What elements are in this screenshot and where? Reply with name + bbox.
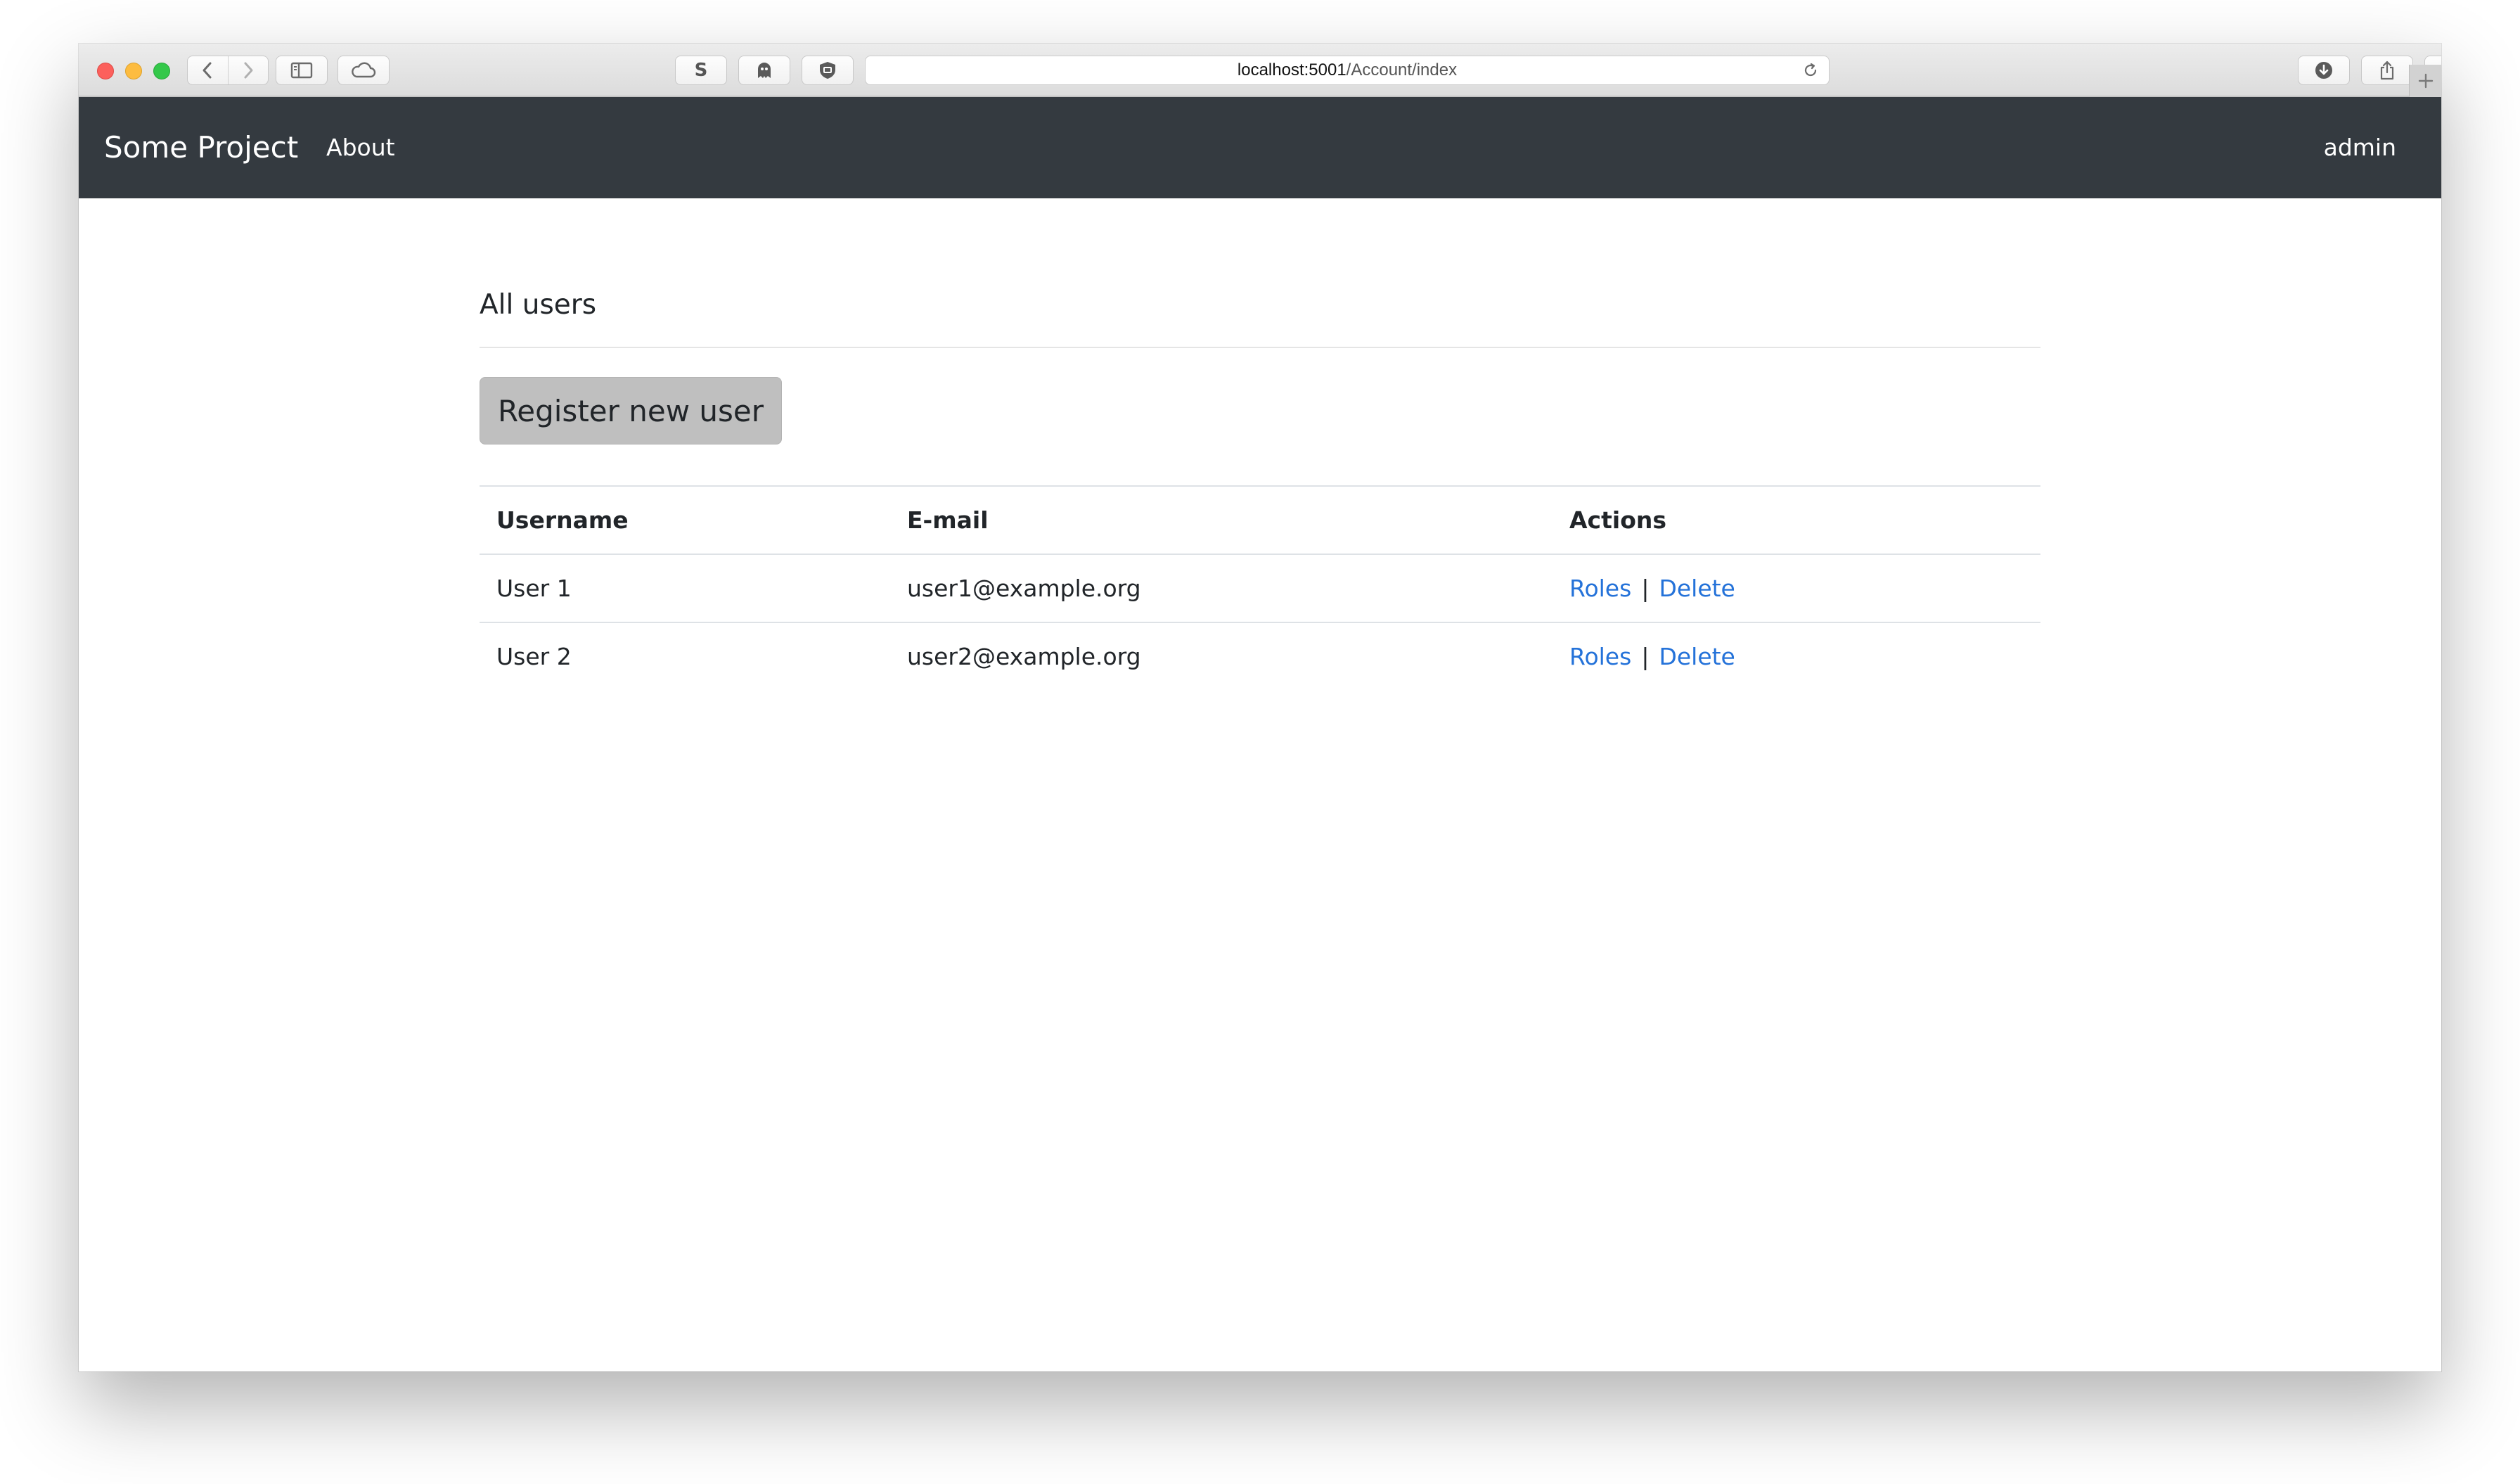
email-cell: user2@example.org — [907, 643, 1141, 670]
privacy-shield-icon — [820, 62, 835, 79]
close-window-button[interactable] — [97, 63, 114, 79]
actions-cell: Roles | Delete — [1569, 555, 1735, 622]
share-button[interactable] — [2361, 56, 2413, 85]
app-navbar: Some Project About admin — [79, 97, 2441, 198]
back-icon — [202, 62, 212, 79]
icloud-tabs-icon — [352, 62, 376, 78]
page-title: All users — [480, 289, 597, 321]
username-cell: User 1 — [496, 575, 572, 602]
register-new-user-button[interactable]: Register new user — [480, 377, 782, 444]
url-path: /Account/index — [1346, 60, 1458, 79]
header-actions: Actions — [1569, 506, 1666, 534]
forward-button[interactable] — [227, 56, 269, 84]
maximize-window-button[interactable] — [153, 63, 170, 79]
actions-cell: Roles | Delete — [1569, 623, 1735, 690]
header-username: Username — [496, 506, 629, 534]
new-tab-button[interactable] — [2409, 65, 2441, 97]
username-cell: User 2 — [496, 643, 572, 670]
delete-link[interactable]: Delete — [1659, 643, 1735, 670]
sidebar-icon — [290, 62, 313, 79]
s-extension-button[interactable]: S — [675, 56, 727, 85]
url-host: localhost:5001 — [1237, 60, 1346, 79]
downloads-icon — [2315, 62, 2332, 79]
actions-separator: | — [1641, 575, 1650, 602]
browser-toolbar: S localhost:5001/Account/index — [79, 44, 2441, 97]
title-divider — [480, 347, 2040, 348]
sidebar-button[interactable] — [276, 56, 328, 85]
table-row: User 1 user1@example.org Roles | Delete — [480, 555, 2040, 623]
reload-icon[interactable] — [1802, 62, 1819, 79]
browser-window: S localhost:5001/Account/index Some Proj… — [79, 44, 2441, 1371]
new-tab-icon — [2418, 73, 2433, 89]
nav-about-link[interactable]: About — [326, 131, 395, 165]
ghostery-button[interactable] — [738, 56, 790, 85]
delete-link[interactable]: Delete — [1659, 575, 1735, 602]
s-extension-icon: S — [694, 60, 708, 81]
header-email: E-mail — [907, 506, 989, 534]
table-row: User 2 user2@example.org Roles | Delete — [480, 623, 2040, 691]
table-header-row: Username E-mail Actions — [480, 487, 2040, 555]
icloud-tabs-button[interactable] — [338, 56, 390, 85]
users-table: Username E-mail Actions User 1 user1@exa… — [480, 485, 2040, 691]
roles-link[interactable]: Roles — [1569, 643, 1631, 670]
brand-link[interactable]: Some Project — [104, 128, 298, 167]
ghostery-icon — [758, 63, 771, 78]
back-button[interactable] — [188, 56, 228, 84]
privacy-shield-button[interactable] — [802, 56, 854, 85]
email-cell: user1@example.org — [907, 575, 1141, 602]
nav-user-link[interactable]: admin — [2324, 131, 2396, 165]
minimize-window-button[interactable] — [125, 63, 142, 79]
roles-link[interactable]: Roles — [1569, 575, 1631, 602]
address-bar[interactable]: localhost:5001/Account/index — [865, 56, 1830, 85]
forward-icon — [244, 62, 253, 79]
share-icon — [2380, 60, 2394, 80]
history-nav-group — [187, 56, 269, 85]
actions-separator: | — [1641, 643, 1650, 670]
downloads-button[interactable] — [2298, 56, 2350, 85]
